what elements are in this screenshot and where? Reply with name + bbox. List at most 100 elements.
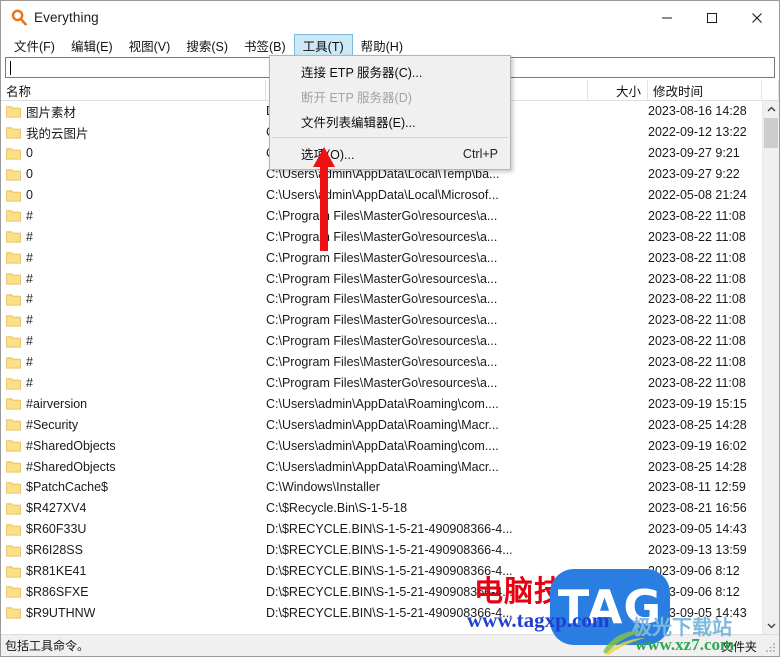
window-controls [644, 1, 779, 34]
folder-icon [6, 565, 21, 578]
folder-icon [6, 544, 21, 557]
menu-view[interactable]: 视图(V) [121, 34, 179, 56]
file-list-row[interactable]: $R6I28SS D:\$RECYCLE.BIN\S-1-5-21-4909083… [1, 540, 762, 561]
menu-item-label: 断开 ETP 服务器(D) [301, 91, 412, 105]
file-path: C:\Program Files\MasterGo\resources\a... [266, 376, 498, 391]
file-name: $R60F33U [26, 522, 87, 537]
cell-name: # [1, 334, 266, 348]
file-path: C:\Program Files\MasterGo\resources\a... [266, 229, 498, 244]
file-path: C:\Users\admin\AppData\Local\Microsof... [266, 188, 499, 202]
file-list-row[interactable]: $R427XV4 C:\$Recycle.Bin\S-1-5-18 2023-08-… [1, 498, 762, 519]
menu-edit[interactable]: 编辑(E) [63, 34, 121, 56]
file-list-row[interactable]: $PatchCache$ C:\Windows\Installer 2023-08-… [1, 477, 762, 498]
file-name: $R86SFXE [26, 584, 89, 599]
folder-icon [6, 460, 21, 473]
file-list[interactable]: 图片素材D:\2023-08-16 14:28我的云图片C:\2022-09-1… [1, 101, 762, 634]
file-path: C:\Program Files\MasterGo\resources\a... [266, 271, 498, 286]
file-date-modified: 2023-08-21 16:56 [648, 501, 747, 516]
vertical-scrollbar[interactable] [762, 101, 779, 634]
file-name: $PatchCache$ [26, 480, 109, 495]
cell-name: $PatchCache$ [1, 480, 266, 494]
file-name: # [26, 208, 33, 223]
file-path: D:\$RECYCLE.BIN\S-1-5-21-490908366-4... [266, 543, 513, 558]
cell-name: $R86SFXE [1, 585, 266, 599]
menu-file[interactable]: 文件(F) [6, 34, 63, 56]
file-name: 图片素材 [26, 105, 77, 120]
column-header-size[interactable]: 大小 [588, 80, 648, 100]
file-list-row[interactable]: #SharedObjects C:\Users\admin\AppData\Roa… [1, 456, 762, 477]
file-name: #airversion [26, 396, 88, 411]
file-date-modified: 2023-09-19 15:15 [648, 396, 747, 411]
menu-bar: 文件(F) 编辑(E) 视图(V) 搜索(S) 书签(B) 工具(T) 帮助(H) [1, 34, 779, 56]
folder-icon [6, 439, 21, 452]
file-name: # [26, 292, 33, 307]
file-list-row[interactable]: # C:\Program Files\MasterGo\resources\a..… [1, 289, 762, 310]
file-name: $R9UTHNW [26, 605, 96, 620]
file-name: # [26, 229, 33, 244]
file-list-row[interactable]: $R60F33U D:\$RECYCLE.BIN\S-1-5-21-4909083… [1, 519, 762, 540]
file-name: # [26, 334, 33, 349]
file-list-row[interactable]: # C:\Program Files\MasterGo\resources\a..… [1, 352, 762, 373]
menu-item-connect-etp-server[interactable]: 连接 ETP 服务器(C)... [270, 59, 510, 84]
file-list-row[interactable]: # C:\Program Files\MasterGo\resources\a..… [1, 226, 762, 247]
cell-name: 我的云图片 [1, 123, 266, 142]
menu-item-options[interactable]: 选项(O)... Ctrl+P [270, 141, 510, 166]
magnifier-icon [1, 1, 31, 34]
scroll-down-icon[interactable] [763, 617, 779, 634]
cell-name: 0 [1, 146, 266, 160]
file-name: # [26, 271, 33, 286]
file-list-row[interactable]: # C:\Program Files\MasterGo\resources\a..… [1, 268, 762, 289]
title-bar: Everything [1, 1, 779, 34]
folder-icon [6, 230, 21, 243]
scroll-up-icon[interactable] [763, 101, 779, 118]
file-path: C:\Windows\Installer [266, 480, 380, 495]
minimize-icon[interactable] [644, 1, 689, 34]
file-list-area: 图片素材D:\2023-08-16 14:28我的云图片C:\2022-09-1… [1, 101, 779, 634]
menu-bookmarks[interactable]: 书签(B) [236, 34, 294, 56]
file-list-row[interactable]: $R86SFXE D:\$RECYCLE.BIN\S-1-5-21-4909083… [1, 581, 762, 602]
file-name: # [26, 376, 33, 391]
file-list-row[interactable]: # C:\Program Files\MasterGo\resources\a..… [1, 310, 762, 331]
cell-name: $R6I28SS [1, 543, 266, 557]
file-list-row[interactable]: $R81KE41 D:\$RECYCLE.BIN\S-1-5-21-4909083… [1, 561, 762, 582]
cell-name: #SharedObjects [1, 439, 266, 453]
close-icon[interactable] [734, 1, 779, 34]
file-date-modified: 2023-08-11 12:59 [648, 480, 746, 495]
file-date-modified: 2023-08-22 11:08 [648, 376, 746, 391]
folder-icon [6, 293, 21, 306]
file-path: C:\$Recycle.Bin\S-1-5-18 [266, 501, 408, 516]
file-path: D:\$RECYCLE.BIN\S-1-5-21-490908366-4... [266, 605, 513, 620]
file-list-row[interactable]: $R9UTHNW D:\$RECYCLE.BIN\S-1-5-21-4909083… [1, 602, 762, 623]
file-list-row[interactable]: # C:\Program Files\MasterGo\resources\a..… [1, 205, 762, 226]
file-list-row[interactable]: # C:\Program Files\MasterGo\resources\a..… [1, 331, 762, 352]
file-list-row[interactable]: #airversion C:\Users\admin\AppData\Roamin… [1, 393, 762, 414]
menu-help[interactable]: 帮助(H) [353, 34, 411, 56]
file-list-row[interactable]: #SharedObjects C:\Users\admin\AppData\Roa… [1, 435, 762, 456]
file-name: # [26, 313, 33, 328]
scrollbar-track[interactable] [763, 118, 779, 617]
file-list-row[interactable]: # C:\Program Files\MasterGo\resources\a..… [1, 373, 762, 394]
menu-search[interactable]: 搜索(S) [178, 34, 236, 56]
scrollbar-thumb[interactable] [764, 118, 778, 148]
file-list-row[interactable]: # C:\Program Files\MasterGo\resources\a..… [1, 247, 762, 268]
file-path: D:\$RECYCLE.BIN\S-1-5-21-490908366-4... [266, 584, 513, 599]
resize-grip-icon[interactable] [764, 641, 776, 653]
cell-name: # [1, 272, 266, 286]
folder-icon [6, 147, 21, 160]
text-caret [10, 60, 11, 75]
column-header-date-modified[interactable]: 修改时间 [648, 80, 762, 100]
menu-item-label: 文件列表编辑器(E)... [301, 116, 416, 130]
menu-item-file-list-editor[interactable]: 文件列表编辑器(E)... [270, 109, 510, 134]
file-name: #Security [26, 417, 79, 432]
column-header-name[interactable]: 名称 [1, 80, 266, 100]
folder-icon [6, 397, 21, 410]
file-list-row[interactable]: 0 C:\Users\admin\AppData\Local\Microsof..… [1, 185, 762, 206]
file-path: C:\Users\admin\AppData\Roaming\com.... [266, 396, 499, 411]
menu-tools[interactable]: 工具(T) [293, 34, 353, 56]
file-list-row[interactable]: #Security C:\Users\admin\AppData\Roaming\… [1, 414, 762, 435]
file-date-modified: 2023-08-22 11:08 [648, 334, 746, 349]
menu-item-disconnect-etp-server: 断开 ETP 服务器(D) [270, 84, 510, 109]
maximize-icon[interactable] [689, 1, 734, 34]
file-name: # [26, 250, 33, 265]
file-date-modified: 2023-09-06 8:12 [648, 564, 740, 579]
